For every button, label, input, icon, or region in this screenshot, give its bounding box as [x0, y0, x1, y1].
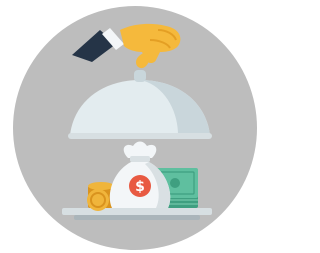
- cloche-money-illustration: $: [13, 6, 257, 250]
- tray: [62, 208, 212, 220]
- illustration-root: $: [0, 0, 269, 253]
- dollar-sign: $: [135, 179, 145, 195]
